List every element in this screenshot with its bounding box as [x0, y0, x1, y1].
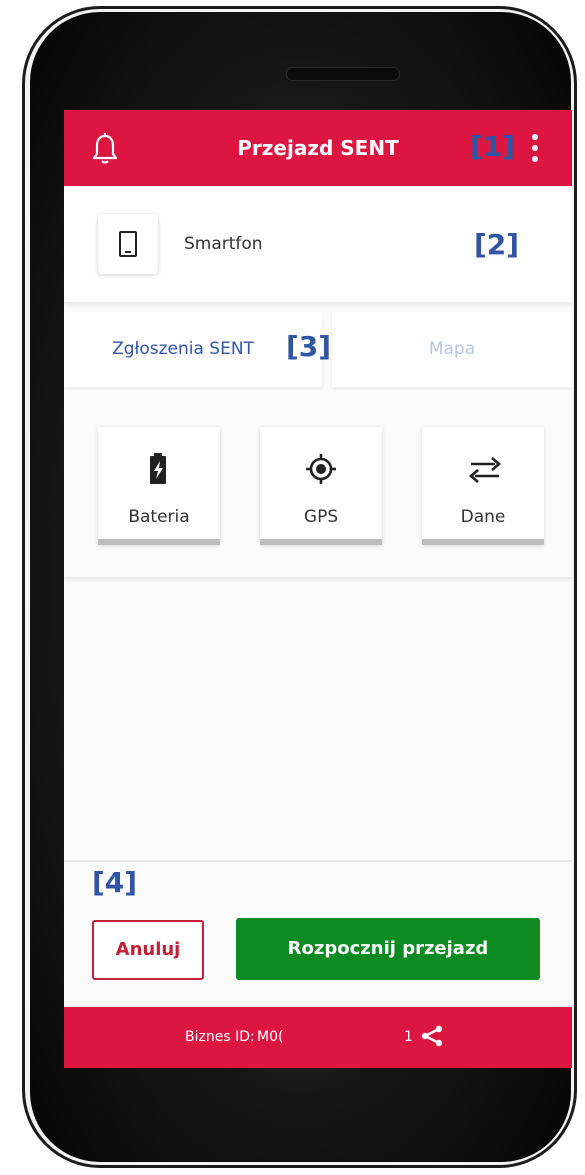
cancel-button[interactable]: Anuluj	[92, 920, 204, 980]
business-id-value: M0(	[257, 1029, 284, 1045]
annotation-label-1: [1]	[470, 130, 516, 163]
device-label: Smartfon	[184, 234, 263, 254]
battery-charging-icon	[150, 453, 166, 484]
footer-bar: Biznes ID: M0( 1	[64, 1007, 572, 1068]
annotation-label-4: [4]	[92, 866, 138, 899]
status-bar-battery	[98, 539, 220, 545]
status-card-battery[interactable]: Bateria	[98, 427, 220, 545]
phone-speaker	[287, 68, 399, 80]
smartphone-icon	[119, 231, 137, 257]
more-menu-icon[interactable]	[528, 134, 542, 168]
annotation-label-3: [3]	[286, 330, 332, 363]
annotation-label-2: [2]	[474, 228, 520, 261]
app-header: Przejazd SENT [1]	[64, 110, 572, 186]
status-panel: Bateria GPS Dane	[64, 397, 572, 577]
tab-bar: Zgłoszenia SENT [3] Mapa	[64, 312, 572, 387]
app-screen: Przejazd SENT [1] Smartfon [2] Zgłoszeni…	[64, 110, 572, 1068]
business-id-label: Biznes ID:	[185, 1029, 255, 1045]
status-card-data[interactable]: Dane	[422, 427, 544, 545]
share-count: 1	[404, 1029, 413, 1045]
tab-sent-reports[interactable]: Zgłoszenia SENT	[64, 312, 322, 387]
tab-map[interactable]: Mapa	[332, 312, 572, 387]
share-icon[interactable]	[420, 1025, 444, 1047]
device-icon-box	[98, 214, 158, 274]
status-label-gps: GPS	[303, 507, 339, 527]
status-bar-data	[422, 539, 544, 545]
bottom-divider	[64, 860, 572, 862]
tab-map-label: Mapa	[428, 339, 476, 359]
status-label-battery: Bateria	[128, 507, 190, 527]
device-card[interactable]: Smartfon [2]	[64, 186, 572, 302]
data-transfer-icon	[469, 457, 501, 483]
status-card-gps[interactable]: GPS	[260, 427, 382, 545]
tab-sent-reports-label: Zgłoszenia SENT	[112, 339, 254, 359]
status-bar-gps	[260, 539, 382, 545]
status-label-data: Dane	[460, 507, 506, 527]
start-trip-button[interactable]: Rozpocznij przejazd	[236, 918, 540, 980]
gps-target-icon	[306, 454, 336, 484]
